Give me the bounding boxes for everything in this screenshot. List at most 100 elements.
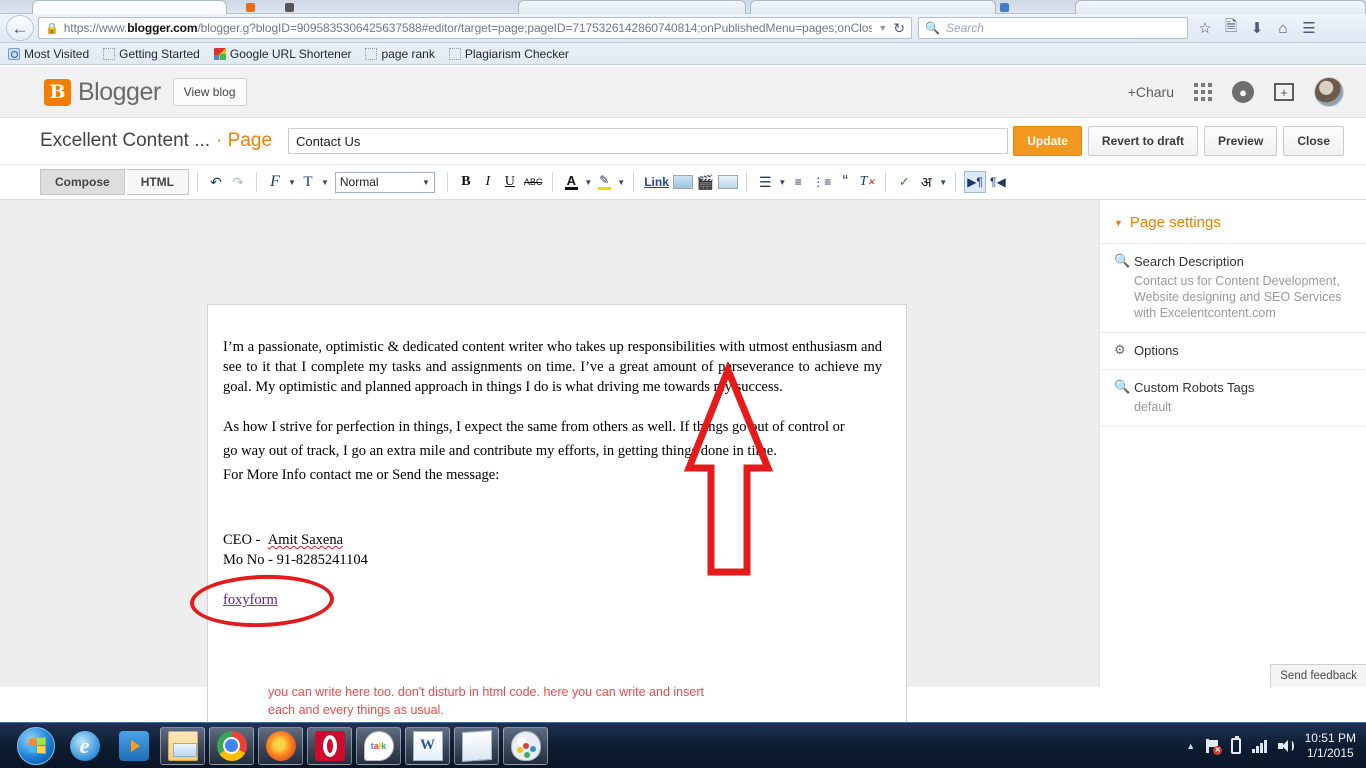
redo-icon[interactable]: ↷	[228, 171, 248, 193]
taskbar-item-google-talk[interactable]: talk	[356, 726, 401, 765]
signal-bars-icon[interactable]	[1252, 739, 1267, 753]
font-family-icon[interactable]: F	[265, 171, 285, 193]
chevron-down-icon[interactable]: ▼	[584, 178, 592, 187]
numbered-list-icon[interactable]: ≡	[788, 171, 808, 193]
bookmark-google-url-shortener[interactable]: Google URL Shortener	[213, 47, 351, 61]
chevron-down-icon[interactable]: ▼	[617, 178, 625, 187]
bookmark-most-visited[interactable]: Most Visited	[8, 47, 89, 61]
preview-button[interactable]: Preview	[1203, 126, 1278, 156]
italic-icon[interactable]: I	[478, 171, 498, 193]
insert-video-icon[interactable]: 🎬	[695, 171, 716, 193]
text-color-icon[interactable]: A	[561, 171, 581, 193]
blockquote-icon[interactable]: “	[835, 171, 855, 193]
network-disconnected-icon[interactable]: ✕	[1206, 738, 1223, 755]
send-feedback-button[interactable]: Send feedback	[1270, 664, 1366, 687]
most-visited-icon	[8, 47, 20, 60]
search-input[interactable]: 🔍 Search	[918, 17, 1188, 39]
browser-tab[interactable]	[750, 0, 996, 14]
undo-icon[interactable]: ↶	[206, 171, 226, 193]
new-post-plus-icon[interactable]: +	[1274, 83, 1294, 101]
browser-tab[interactable]	[518, 0, 746, 14]
spellcheck-icon[interactable]: ✓	[894, 171, 914, 193]
reload-icon[interactable]: ↻	[893, 20, 905, 37]
star-icon[interactable]: ☆	[1192, 16, 1218, 40]
taskbar-item-microsoft-word[interactable]: W	[405, 726, 450, 765]
paragraph-2-line-1: As how I strive for perfection in things…	[223, 419, 845, 435]
search-icon: 🔍	[1114, 253, 1131, 268]
taskbar-item-internet-explorer[interactable]: e	[62, 727, 107, 765]
chevron-down-icon[interactable]: ▼	[321, 178, 329, 187]
font-size-icon[interactable]: T	[298, 171, 318, 193]
chevron-down-icon[interactable]: ▼	[939, 178, 947, 187]
tab-favicon	[1000, 3, 1009, 12]
volume-icon[interactable]	[1277, 739, 1294, 753]
underline-icon[interactable]: U	[500, 171, 520, 193]
update-button[interactable]: Update	[1013, 126, 1082, 156]
blogger-header: B Blogger View blog +Charu ● +	[0, 67, 1366, 118]
bookmark-plagiarism-checker[interactable]: Plagiarism Checker	[448, 47, 569, 61]
chevron-down-icon[interactable]: ▼	[778, 178, 786, 187]
clock[interactable]: 10:51 PM 1/1/2015	[1305, 731, 1356, 761]
hamburger-menu-icon[interactable]: ☰	[1296, 16, 1322, 40]
bookmark-page-rank[interactable]: page rank	[365, 47, 435, 61]
apps-grid-icon[interactable]	[1194, 83, 1212, 101]
show-hidden-icons-arrow[interactable]: ▲	[1186, 741, 1195, 751]
ceo-line: CEO - Amit Saxena	[223, 531, 882, 551]
taskbar-item-google-chrome[interactable]	[209, 726, 254, 765]
jump-break-icon[interactable]	[718, 175, 739, 189]
home-icon[interactable]: ⌂	[1270, 16, 1296, 40]
chevron-down-icon[interactable]: ▼	[288, 178, 296, 187]
paragraph-2-line-2: go way out of track, I go an extra mile …	[223, 443, 777, 459]
avatar[interactable]	[1314, 77, 1344, 107]
taskbar-item-file-explorer[interactable]	[160, 726, 205, 765]
library-icon[interactable]: 🗎	[1218, 16, 1244, 40]
start-orb-icon[interactable]	[14, 726, 58, 766]
browser-tab[interactable]	[1075, 0, 1366, 14]
taskbar-item-ms-paint[interactable]	[503, 726, 548, 765]
battery-icon[interactable]	[1231, 735, 1242, 754]
placeholder-icon	[103, 47, 116, 60]
taskbar-item-mozilla-firefox[interactable]	[258, 726, 303, 765]
tab-compose[interactable]: Compose	[40, 169, 125, 195]
browser-tab[interactable]	[32, 0, 227, 14]
rtl-direction-icon[interactable]: ¶◀	[988, 171, 1008, 193]
transliteration-icon[interactable]: अ	[916, 171, 936, 193]
page-title-input[interactable]	[288, 128, 1009, 154]
setting-options[interactable]: ⚙ Options	[1100, 332, 1366, 369]
setting-custom-robots-tags[interactable]: 🔍 Custom Robots Tags default	[1100, 369, 1366, 426]
taskbar-item-opera[interactable]	[307, 726, 352, 765]
notifications-bell-icon[interactable]: ●	[1232, 81, 1254, 103]
close-button[interactable]: Close	[1283, 126, 1344, 156]
setting-value: Contact us for Content Development, Webs…	[1134, 274, 1342, 320]
ltr-direction-icon[interactable]: ▶¶	[964, 171, 986, 193]
page-settings-header[interactable]: ▼ Page settings	[1100, 200, 1366, 243]
revert-to-draft-button[interactable]: Revert to draft	[1087, 126, 1198, 156]
google-icon	[213, 47, 226, 60]
document-content[interactable]: I’m a passionate, optimistic & dedicated…	[208, 305, 906, 719]
chevron-down-icon[interactable]: ▼	[878, 23, 887, 33]
download-arrow-icon[interactable]: ⬇	[1244, 16, 1270, 40]
insert-image-icon[interactable]	[672, 175, 693, 189]
taskbar-item-windows-media-player[interactable]	[111, 727, 156, 765]
page-settings-title: Page settings	[1129, 214, 1221, 231]
setting-search-description[interactable]: 🔍 Search Description Contact us for Cont…	[1100, 243, 1366, 332]
paragraph-style-select[interactable]: Normal ▼	[334, 171, 435, 193]
tab-html[interactable]: HTML	[126, 169, 190, 195]
document-sheet[interactable]: I’m a passionate, optimistic & dedicated…	[207, 304, 907, 764]
strikethrough-icon[interactable]: ABC	[522, 171, 545, 193]
bulleted-list-icon[interactable]: ⋮≡	[810, 171, 833, 193]
taskbar-item-notepad[interactable]	[454, 726, 499, 765]
remove-formatting-icon[interactable]: T ✕	[857, 171, 877, 193]
highlight-color-icon[interactable]: ✎	[594, 171, 614, 193]
back-arrow-icon[interactable]: ←	[6, 15, 34, 41]
blogger-logo[interactable]: B Blogger	[44, 78, 161, 107]
url-address-bar[interactable]: 🔒 https://www.blogger.com/blogger.g?blog…	[38, 17, 912, 39]
bold-icon[interactable]: B	[456, 171, 476, 193]
bookmark-getting-started[interactable]: Getting Started	[103, 47, 200, 61]
foxyform-link[interactable]: foxyform	[223, 592, 278, 608]
link-icon[interactable]: Link	[642, 171, 671, 193]
view-blog-button[interactable]: View blog	[172, 78, 247, 106]
google-plus-account-link[interactable]: +Charu	[1128, 84, 1174, 100]
alignment-icon[interactable]: ☰	[755, 171, 775, 193]
